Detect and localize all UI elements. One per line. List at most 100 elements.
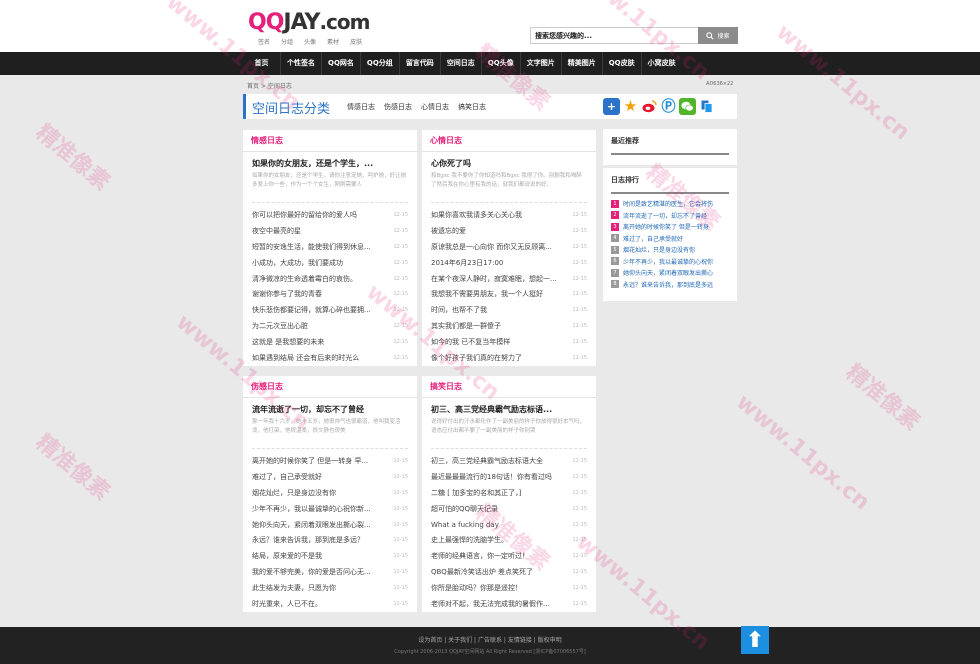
- nav-item[interactable]: QQ分组: [361, 52, 399, 75]
- nav-item[interactable]: QQ网名: [322, 52, 360, 75]
- rank-item-title[interactable]: 流年流逝了一切，却忘不了曾经: [623, 211, 707, 220]
- nav-item[interactable]: 文字图片: [521, 52, 561, 75]
- rank-item-title[interactable]: 烟花灿烂，只是身边没有你: [623, 245, 695, 254]
- list-item[interactable]: 其实我们都是一群傻子 12-15: [431, 318, 587, 334]
- list-item[interactable]: 时间，也帮不了我 12-15: [431, 302, 587, 318]
- list-item[interactable]: 此生结发为夫妻，只愿为你 12-15: [252, 580, 408, 596]
- list-item[interactable]: 难过了，自己承受就好 12-15: [252, 469, 408, 485]
- list-item-title[interactable]: 为二元次豆出心脏: [252, 321, 308, 331]
- list-item-title[interactable]: 难过了，自己承受就好: [252, 472, 322, 482]
- footer-links[interactable]: 设为首页 | 关于我们 | 广告联系 | 友情链接 | 版权申明: [0, 635, 980, 644]
- list-item-title[interactable]: 在某个夜深人静时，寂寞难眠，想起一...: [431, 274, 557, 284]
- list-item[interactable]: 结局，原来爱的不是我 12-15: [252, 548, 408, 564]
- list-item-title[interactable]: 2014年6月23日17:00: [431, 258, 503, 268]
- nav-item[interactable]: 精美图片: [562, 52, 602, 75]
- list-item-title[interactable]: 时间，也帮不了我: [431, 305, 487, 315]
- list-item[interactable]: 史上最强悍的洗脑学生。 12-15: [431, 532, 587, 548]
- list-item-title[interactable]: 原谅我总是一心向你 而你又无反顾离...: [431, 242, 552, 252]
- panel-headline[interactable]: 如果你的女朋友，还是个学生，...: [243, 152, 417, 172]
- rank-item-title[interactable]: 少年不再少，我以最诚挚的心祝你: [623, 257, 713, 266]
- list-item[interactable]: 离开她的时候你笑了 但是一转身 早... 12-15: [252, 453, 408, 469]
- category-link[interactable]: 情感日志: [347, 102, 375, 112]
- list-item-title[interactable]: 快乐悲伤都要记得，就算心碎也要拥...: [252, 305, 371, 315]
- list-item-title[interactable]: 老师的经典语言，你一定听过！: [431, 551, 529, 561]
- list-item[interactable]: 她仰头向天，紧闭着双眼发出撕心裂... 12-15: [252, 517, 408, 533]
- list-item[interactable]: 永远？谁来告诉我，那到底是多远？ 12-15: [252, 532, 408, 548]
- category-link[interactable]: 伤感日志: [384, 102, 412, 112]
- category-link[interactable]: 搞笑日志: [458, 102, 486, 112]
- logo-link[interactable]: 头像: [304, 37, 316, 46]
- list-item[interactable]: 像个好孩子我们真的在努力了 12-15: [431, 350, 587, 366]
- panel-title[interactable]: 情感日志: [243, 130, 417, 152]
- list-item-title[interactable]: 离开她的时候你笑了 但是一转身 早...: [252, 456, 368, 466]
- logo-link[interactable]: 分组: [281, 37, 293, 46]
- list-item-title[interactable]: 初三，高三党经典霸气励志标语大全: [431, 456, 543, 466]
- list-item-title[interactable]: 少年不再少，我以最诚挚的心祝你新...: [252, 504, 371, 514]
- list-item-title[interactable]: 你可以把你最好的留给你的爱人吗: [252, 210, 357, 220]
- rank-item-title[interactable]: 时间是致艺精湛的医生，它会将伤: [623, 199, 713, 208]
- rank-item[interactable]: 1 时间是致艺精湛的医生，它会将伤: [611, 198, 729, 210]
- nav-item[interactable]: 小窝皮肤: [642, 52, 682, 75]
- list-item[interactable]: 我的爱不够完美，你的爱是否问心无... 12-15: [252, 564, 408, 580]
- rank-item[interactable]: 3 离开她的时候你笑了 但是一转身: [611, 221, 729, 233]
- list-item-title[interactable]: 小成功，大成功，我们要成功: [252, 258, 343, 268]
- list-item[interactable]: 原谅我总是一心向你 而你又无反顾离... 12-15: [431, 239, 587, 255]
- panel-title[interactable]: 心情日志: [422, 130, 596, 152]
- list-item-title[interactable]: 此生结发为夫妻，只愿为你: [252, 583, 336, 593]
- site-logo[interactable]: QQJAY.com: [248, 9, 371, 36]
- rank-item[interactable]: 4 难过了，自己承受就好: [611, 233, 729, 245]
- list-item-title[interactable]: 谢谢你参与了我的青春: [252, 289, 322, 299]
- list-item-title[interactable]: 其实我们都是一群傻子: [431, 321, 501, 331]
- list-item-title[interactable]: 永远？谁来告诉我，那到底是多远？: [252, 535, 364, 545]
- qzone-star-icon[interactable]: ★: [622, 98, 639, 115]
- category-link[interactable]: 心情日志: [421, 102, 449, 112]
- nav-item[interactable]: QQ头像: [482, 52, 520, 75]
- panel-headline[interactable]: 流年流逝了一切，却忘不了曾经: [243, 398, 417, 418]
- search-button[interactable]: 搜索: [698, 27, 738, 44]
- search-input[interactable]: 搜索您感兴趣的...: [530, 27, 698, 44]
- nav-item[interactable]: 留言代码: [400, 52, 440, 75]
- nav-item[interactable]: 首页: [243, 52, 280, 75]
- plus-share-icon[interactable]: +: [603, 98, 620, 115]
- rank-item-title[interactable]: 离开她的时候你笑了 但是一转身: [623, 222, 709, 231]
- list-item-title[interactable]: 史上最强悍的洗脑学生。: [431, 535, 508, 545]
- list-item[interactable]: 短暂的安逸生活，能使我们得到休息... 12-15: [252, 239, 408, 255]
- list-item[interactable]: 最近最最最流行的18句话！你有看过吗 12-15: [431, 469, 587, 485]
- weibo-icon[interactable]: [641, 98, 658, 115]
- list-item[interactable]: 被遗忘的爱 12-15: [431, 223, 587, 239]
- list-item-title[interactable]: 清净微凉的生命透着霉白的哀伤。: [252, 274, 357, 284]
- list-item[interactable]: 如果遇到结局 还会有后来的时光么 12-15: [252, 350, 408, 366]
- list-item-title[interactable]: 短暂的安逸生活，能使我们得到休息...: [252, 242, 371, 252]
- list-item[interactable]: 如果你喜欢我请多关心关心我 12-15: [431, 207, 587, 223]
- list-item[interactable]: 老师对不起，我无法完成我的暑假作... 12-15: [431, 596, 587, 612]
- list-item[interactable]: 快乐悲伤都要记得，就算心碎也要拥... 12-15: [252, 302, 408, 318]
- rank-item[interactable]: 6 少年不再少，我以最诚挚的心祝你: [611, 256, 729, 268]
- list-item-title[interactable]: 她仰头向天，紧闭着双眼发出撕心裂...: [252, 520, 371, 530]
- list-item-title[interactable]: 如今的我 已不复当年模样: [431, 337, 510, 347]
- rank-item-title[interactable]: 永远？谁来告诉我，那到底是多远: [623, 280, 713, 289]
- list-item-title[interactable]: 你所是胎动吗？你那是遥控！: [431, 583, 522, 593]
- wechat-icon[interactable]: [679, 98, 696, 115]
- list-item[interactable]: 烟花灿烂，只是身边没有你 12-15: [252, 485, 408, 501]
- logo-link[interactable]: 素材: [327, 37, 339, 46]
- list-item-title[interactable]: QBQ最新冷笑话出炉 差点笑死了: [431, 567, 533, 577]
- list-item[interactable]: 二糖 [ 加多宝的名和其正了，] 12-15: [431, 485, 587, 501]
- pinterest-icon[interactable]: Ⓟ: [660, 98, 677, 115]
- list-item[interactable]: 在某个夜深人静时，寂寞难眠，想起一... 12-15: [431, 271, 587, 287]
- list-item[interactable]: 时光重来，人已不在。 12-15: [252, 596, 408, 612]
- nav-item[interactable]: 个性签名: [281, 52, 321, 75]
- list-item[interactable]: 我想我不需要男朋友，我一个人挺好 12-15: [431, 286, 587, 302]
- list-item-title[interactable]: 我的爱不够完美，你的爱是否问心无...: [252, 567, 371, 577]
- nav-item[interactable]: 空间日志: [441, 52, 481, 75]
- list-item[interactable]: What a fucking day 12-15: [431, 517, 587, 533]
- panel-headline[interactable]: 初三、高三党经典霸气励志标语...: [422, 398, 596, 418]
- panel-title[interactable]: 搞笑日志: [422, 376, 596, 398]
- list-item[interactable]: 少年不再少，我以最诚挚的心祝你新... 12-15: [252, 501, 408, 517]
- back-to-top-button[interactable]: ⬆: [741, 626, 769, 654]
- rank-item[interactable]: 2 流年流逝了一切，却忘不了曾经: [611, 210, 729, 222]
- list-item[interactable]: 为二元次豆出心脏 12-15: [252, 318, 408, 334]
- list-item-title[interactable]: What a fucking day: [431, 521, 499, 529]
- list-item-title[interactable]: 夜空中最亮的星: [252, 226, 301, 236]
- breadcrumb-home[interactable]: 首页: [247, 83, 259, 90]
- logo-link[interactable]: 签名: [258, 37, 270, 46]
